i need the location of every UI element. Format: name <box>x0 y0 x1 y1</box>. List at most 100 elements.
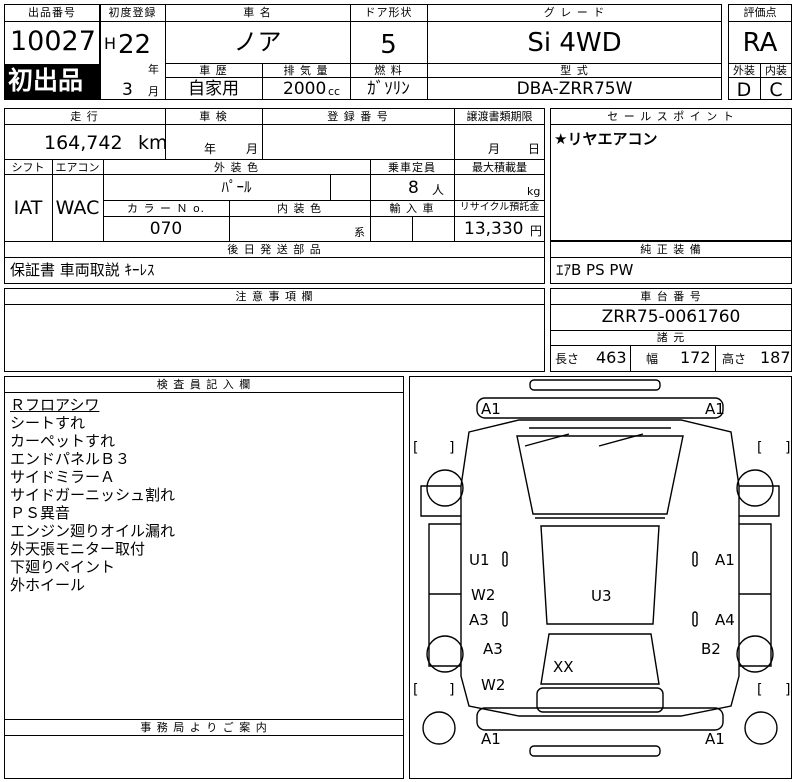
equipment-value: ｴｱB PS PW <box>556 261 634 279</box>
capacity-value: 8 <box>408 178 419 198</box>
svg-text:]: ] <box>785 440 790 456</box>
car-name: ノア <box>233 28 282 56</box>
width-label: 幅 <box>646 352 659 366</box>
svg-text:[: [ <box>757 682 762 698</box>
mark-left-door-front: U1 <box>469 551 490 569</box>
svg-text:]: ] <box>449 440 454 456</box>
transfer-month-unit: 月 <box>488 142 501 156</box>
era-mark: H <box>104 34 117 53</box>
import-label: 輸 入 車 <box>389 202 435 215</box>
length-value: 463 <box>596 348 627 367</box>
mark-rear-left: A1 <box>481 730 501 748</box>
color-no-value: 070 <box>149 219 183 239</box>
mark-front-right: A1 <box>705 400 725 418</box>
mark-left-door-rear: A3 <box>469 611 489 629</box>
lot-label: 出品番号 <box>28 6 76 19</box>
door-count: 5 <box>380 30 397 60</box>
history-label: 車 歴 <box>199 64 228 77</box>
mark-roof: U3 <box>591 587 612 605</box>
note-line: カーペットすれ <box>10 432 116 450</box>
note-line: サイドミラーＡ <box>10 468 116 486</box>
month-unit: 月 <box>148 85 159 98</box>
model-value: DBA-ZRR75W <box>516 79 633 99</box>
svg-text:[: [ <box>757 440 762 456</box>
color-value: ﾊﾟｰﾙ <box>221 178 252 196</box>
inspection-year-unit: 年 <box>204 142 217 156</box>
transfer-label: 譲渡書類期限 <box>466 110 533 123</box>
note-line: サイドガーニッシュ割れ <box>10 486 176 504</box>
int-grade: C <box>769 79 783 101</box>
grade-label: グ レ ー ド <box>543 6 606 19</box>
svg-text:[: [ <box>413 440 418 456</box>
load-unit: kg <box>527 185 541 198</box>
mark-right-door-front: A1 <box>715 551 735 569</box>
height-label: 高さ <box>722 352 747 366</box>
mark-left-glass: W2 <box>471 586 495 604</box>
note-line: エンドパネルＢ３ <box>10 450 131 468</box>
mark-right-door-rear: A4 <box>715 611 735 629</box>
inspection-month-unit: 月 <box>246 142 259 156</box>
year-unit: 年 <box>148 63 159 76</box>
note-line: 外天張モニター取付 <box>10 540 146 558</box>
mark-rear-glass: W2 <box>481 676 505 694</box>
caution-label: 注 意 事 項 欄 <box>235 290 314 303</box>
note-line: Ｒフロアシワ <box>10 396 100 414</box>
first-listing-label: 初出品 <box>8 66 84 95</box>
inspection-label: 車 検 <box>199 110 228 123</box>
capacity-unit: 人 <box>432 183 445 197</box>
chassis-value: ZRR75-0061760 <box>601 307 741 327</box>
history-value: 自家用 <box>188 79 239 99</box>
mark-right-rear-fender: B2 <box>701 640 721 658</box>
height-value: 187 <box>760 348 791 367</box>
chassis-label: 車 台 番 号 <box>640 290 702 303</box>
ext-grade: D <box>736 79 752 101</box>
selling-point-value: ★リヤエアコン <box>554 130 658 148</box>
mileage-label: 走 行 <box>70 110 99 123</box>
capacity-label: 乗車定員 <box>388 161 436 174</box>
reg-label: 初度登録 <box>108 6 157 19</box>
note-line: シートすれ <box>10 414 86 432</box>
displacement-value: 2000 <box>283 79 327 99</box>
ac-label: エアコン <box>55 161 100 174</box>
grade-value: Si 4WD <box>527 28 622 58</box>
car-name-label: 車 名 <box>243 6 272 19</box>
svg-text:[: [ <box>413 682 418 698</box>
note-line: エンジン廻りオイル漏れ <box>10 522 176 540</box>
fuel-value: ｶﾞｿﾘﾝ <box>367 79 410 99</box>
later-parts-label: 後 日 発 送 部 品 <box>227 243 322 256</box>
load-label: 最大積載量 <box>472 161 527 174</box>
ext-label: 外装 <box>733 64 755 77</box>
reg-year: 22 <box>118 30 152 60</box>
fuel-label: 燃 料 <box>374 64 403 77</box>
svg-text:]: ] <box>449 682 454 698</box>
color-label: 外 装 色 <box>214 161 259 174</box>
equipment-label: 純 正 装 備 <box>640 243 702 256</box>
lot-number: 10027 <box>10 26 96 57</box>
displacement-label: 排 気 量 <box>283 64 329 77</box>
recycle-label: リサイクル預託金 <box>459 202 540 213</box>
model-label: 型 式 <box>560 64 589 77</box>
color-no-label: カ ラ ー Ｎ o. <box>126 202 206 215</box>
svg-text:]: ] <box>785 682 790 698</box>
office-label: 事 務 局 よ り ご 案 内 <box>140 721 268 734</box>
recycle-value: 13,330 <box>464 219 524 239</box>
inspector-label: 検 査 員 記 入 欄 <box>156 378 252 391</box>
door-label: ドア形状 <box>364 6 413 19</box>
transfer-day-unit: 日 <box>528 142 541 156</box>
note-line: 外ホイール <box>10 576 86 594</box>
score-value: RA <box>742 28 778 58</box>
displacement-unit: cc <box>328 85 341 98</box>
car-diagram: [ ] [ ] [ ] [ ] A1 A1 U1 A1 W2 U3 A3 A4 … <box>413 379 790 757</box>
width-value: 172 <box>680 348 711 367</box>
shift-label: シフト <box>11 161 45 174</box>
spec-label: 諸 元 <box>656 331 686 344</box>
mileage-value: 164,742 <box>44 132 123 154</box>
score-label: 評価点 <box>743 6 777 19</box>
mileage-unit: km <box>138 132 168 154</box>
reg-month: 3 <box>122 80 133 100</box>
interior-color-label: 内 装 色 <box>277 202 322 215</box>
selling-point-box <box>550 108 792 241</box>
note-line: 下廻りペイント <box>10 558 116 576</box>
interior-unit: 系 <box>354 226 365 239</box>
shift-value: IAT <box>13 197 43 219</box>
